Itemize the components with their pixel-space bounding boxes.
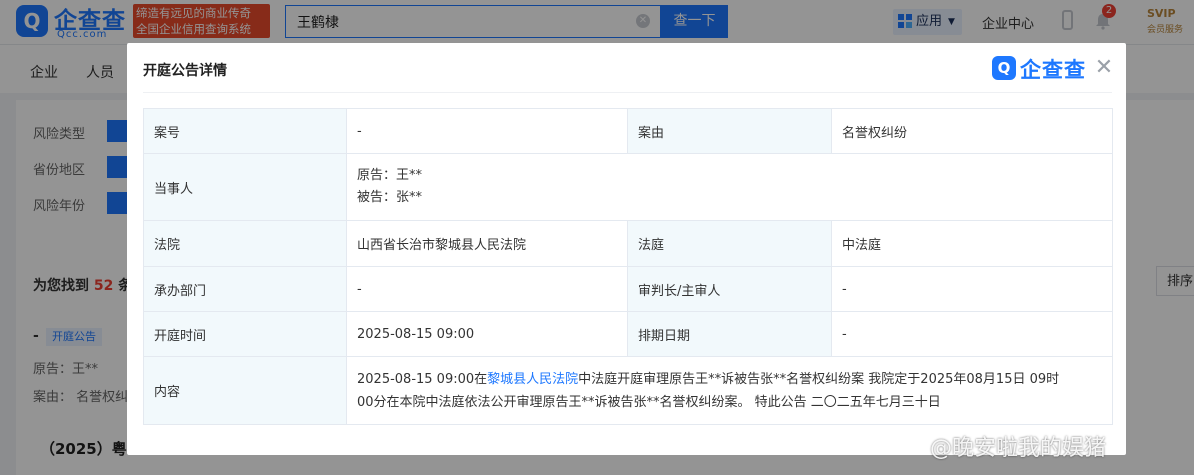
content-line-1: 2025-08-15 09:00在黎城县人民法院中法庭开庭审理原告王**诉被告张… [357, 368, 1102, 391]
judge-value: - [831, 266, 1113, 312]
case-no-label: 案号 [143, 108, 347, 154]
cause-label: 案由 [627, 108, 832, 154]
judge-label: 审判长/主审人 [627, 266, 832, 312]
plaintiff: 原告：王** [357, 168, 423, 183]
modal-title: 开庭公告详情 [143, 63, 227, 79]
table-row: 当事人 原告：王** 被告：张** [143, 153, 1113, 221]
modal-logo-text: 企查查 [1020, 58, 1086, 82]
content-label: 内容 [143, 356, 347, 425]
parties-value: 原告：王** 被告：张** [346, 153, 1113, 221]
hearing-detail-table: 案号 - 案由 名誉权纠纷 当事人 原告：王** 被告：张** 法院 山西省长治… [143, 108, 1113, 425]
court-value: 山西省长治市黎城县人民法院 [346, 220, 628, 267]
watermark-text: @晚安啦我的娱猪 [930, 436, 1107, 461]
cause-value: 名誉权纠纷 [831, 108, 1113, 154]
hearing-time-label: 开庭时间 [143, 311, 347, 357]
qcc-logo-icon: Q [992, 56, 1016, 80]
defendant: 被告：张** [357, 190, 423, 205]
hearing-time-value: 2025-08-15 09:00 [346, 311, 628, 357]
table-row: 案号 - 案由 名誉权纠纷 [143, 108, 1113, 154]
content-rest: 中法庭开庭审理原告王**诉被告张**名誉权纠纷案 我院定于2025年08月15日… [578, 371, 1060, 387]
close-icon[interactable]: ✕ [1092, 56, 1116, 80]
department-label: 承办部门 [143, 266, 347, 312]
content-line-2: 00分在本院中法庭依法公开审理原告王**诉被告张**名誉权纠纷案。 特此公告 二… [357, 394, 941, 410]
schedule-date-value: - [831, 311, 1113, 357]
table-row: 法院 山西省长治市黎城县人民法院 法庭 中法庭 [143, 220, 1113, 267]
content-prefix: 2025-08-15 09:00在 [357, 371, 488, 387]
content-value: 2025-08-15 09:00在黎城县人民法院中法庭开庭审理原告王**诉被告张… [346, 356, 1113, 425]
modal-divider [143, 92, 1112, 93]
weibo-icon [904, 436, 925, 455]
schedule-date-label: 排期日期 [627, 311, 832, 357]
department-value: - [346, 266, 628, 312]
case-no-value: - [346, 108, 628, 154]
table-row: 开庭时间 2025-08-15 09:00 排期日期 - [143, 311, 1113, 357]
courtroom-value: 中法庭 [831, 220, 1113, 267]
courtroom-label: 法庭 [627, 220, 832, 267]
court-link[interactable]: 黎城县人民法院 [487, 372, 578, 387]
court-label: 法院 [143, 220, 347, 267]
parties-label: 当事人 [143, 153, 347, 221]
table-row: 内容 2025-08-15 09:00在黎城县人民法院中法庭开庭审理原告王**诉… [143, 356, 1113, 425]
table-row: 承办部门 - 审判长/主审人 - [143, 266, 1113, 312]
